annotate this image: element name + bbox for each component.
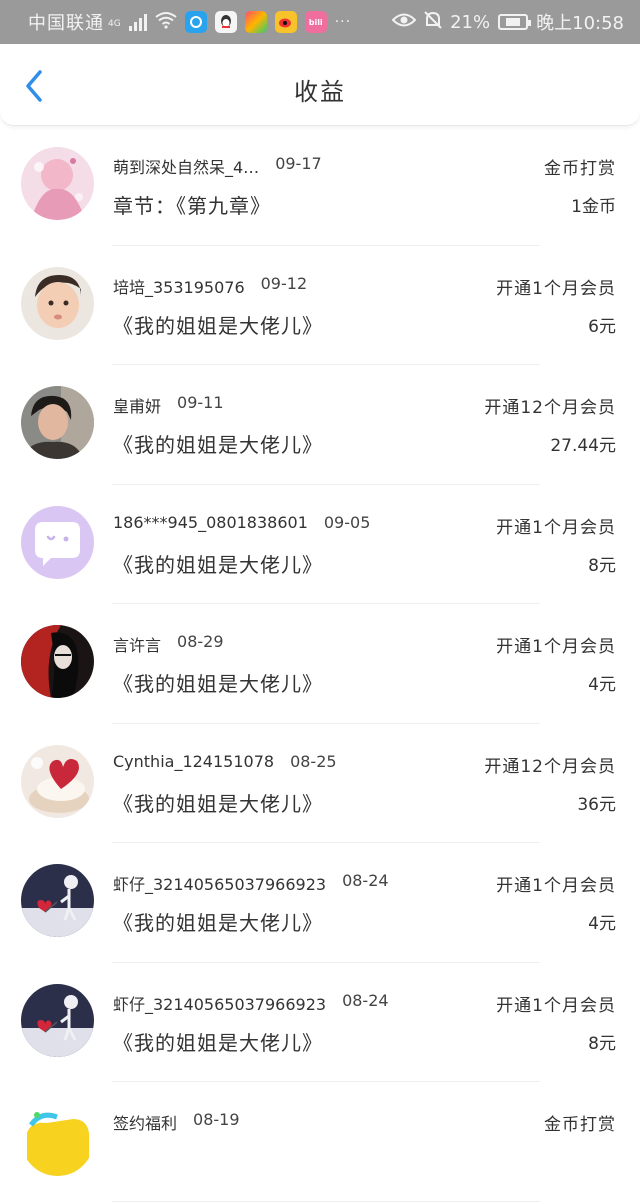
user-name: 签约福利 xyxy=(113,1114,178,1133)
user-name: 萌到深处自然呆_4… xyxy=(113,158,260,177)
user-info: 186***945_0801838601 09-05 xyxy=(113,513,370,532)
avatar xyxy=(21,625,94,698)
avatar xyxy=(21,744,94,818)
user-info: 签约福利 08-19 xyxy=(113,1110,240,1134)
carrier-label: 中国联通 xyxy=(28,13,104,34)
date: 09-05 xyxy=(323,512,371,532)
date: 09-17 xyxy=(275,154,322,173)
qq-browser-app-icon xyxy=(184,11,207,33)
user-info: 培培_353195076 09-12 xyxy=(113,274,307,298)
qq-app-icon xyxy=(214,11,237,33)
book-title: 《我的姐姐是大佬儿》 xyxy=(113,313,323,338)
avatar xyxy=(21,386,94,459)
earnings-row[interactable]: 言许言 08-29 《我的姐姐是大佬儿》 开通1个月会员 4元 xyxy=(0,604,640,724)
earnings-row[interactable]: 皇甫妍 09-11 《我的姐姐是大佬儿》 开通12个月会员 27.44元 xyxy=(0,365,640,485)
earning-type: 开通1个月会员 xyxy=(496,995,616,1016)
earnings-row[interactable]: 萌到深处自然呆_4… 09-17 章节：《第九章》 金币打赏 1金币 xyxy=(0,126,640,246)
book-title: 《我的姐姐是大佬儿》 xyxy=(113,911,323,935)
avatar xyxy=(21,266,94,340)
earning-type: 开通1个月会员 xyxy=(496,517,616,538)
earning-type: 开通1个月会员 xyxy=(496,637,616,657)
book-title: 章节：《第九章》 xyxy=(113,194,271,218)
earnings-row[interactable]: 虾仔_32140565037966923 08-24 《我的姐姐是大佬儿》 开通… xyxy=(0,843,640,963)
earning-amount: 1金币 xyxy=(571,197,616,217)
earning-amount: 4元 xyxy=(588,675,616,695)
bilibili-app-icon: bili xyxy=(304,11,327,33)
clock: 晚上10:58 xyxy=(536,13,624,34)
earning-amount: 8元 xyxy=(588,555,616,576)
earnings-row[interactable]: 签约福利 08-19 金币打赏 xyxy=(0,1082,640,1202)
date: 08-29 xyxy=(177,632,224,651)
earnings-list: 萌到深处自然呆_4… 09-17 章节：《第九章》 金币打赏 1金币 培培_35… xyxy=(0,126,640,1202)
avatar xyxy=(21,1103,94,1176)
user-name: Cynthia_124151078 xyxy=(113,751,275,771)
date: 09-12 xyxy=(260,273,308,293)
book-title: 《我的姐姐是大佬儿》 xyxy=(113,672,323,696)
earning-type: 金币打赏 xyxy=(544,159,616,179)
avatar xyxy=(21,864,94,937)
user-info: 虾仔_32140565037966923 08-24 xyxy=(113,991,389,1015)
earning-type: 开通1个月会员 xyxy=(496,278,616,299)
user-info: 言许言 08-29 xyxy=(113,632,224,656)
book-title: 《我的姐姐是大佬儿》 xyxy=(113,1030,323,1055)
signal-icon xyxy=(128,13,147,31)
earning-amount: 4元 xyxy=(588,914,616,934)
page-title: 收益 xyxy=(294,78,346,106)
mute-bell-icon xyxy=(424,10,442,35)
user-info: 皇甫妍 09-11 xyxy=(113,393,224,417)
book-title: 《我的姐姐是大佬儿》 xyxy=(113,791,323,816)
user-info: 虾仔_32140565037966923 08-24 xyxy=(113,871,389,895)
user-name: 虾仔_32140565037966923 xyxy=(113,875,327,894)
user-info: Cynthia_124151078 08-25 xyxy=(113,752,337,771)
earning-amount: 36元 xyxy=(577,794,616,815)
user-name: 皇甫妍 xyxy=(113,397,162,416)
status-bar: 中国联通 4G bili ··· 21% 晚上10:58 xyxy=(0,0,640,44)
network-type: 4G xyxy=(108,19,121,29)
date: 08-25 xyxy=(290,751,337,771)
eye-icon xyxy=(391,12,417,33)
date: 09-11 xyxy=(177,393,224,412)
earning-amount: 6元 xyxy=(588,316,616,337)
date: 08-19 xyxy=(193,1110,240,1129)
colorful-app-icon xyxy=(244,11,267,33)
more-notifications: ··· xyxy=(334,14,352,30)
earning-amount: 8元 xyxy=(588,1033,616,1054)
earnings-row[interactable]: 虾仔_32140565037966923 08-24 《我的姐姐是大佬儿》 开通… xyxy=(0,963,640,1083)
top-nav-bar: 收益 xyxy=(0,44,640,126)
earnings-row[interactable]: Cynthia_124151078 08-25 《我的姐姐是大佬儿》 开通12个… xyxy=(0,724,640,844)
earning-amount: 27.44元 xyxy=(550,436,616,456)
user-name: 虾仔_32140565037966923 xyxy=(113,994,327,1014)
battery-percent: 21% xyxy=(450,11,491,33)
battery-icon xyxy=(498,14,532,30)
book-title: 《我的姐姐是大佬儿》 xyxy=(113,433,323,457)
user-name: 言许言 xyxy=(113,636,162,655)
earning-type: 开通12个月会员 xyxy=(484,756,616,777)
weibo-app-icon xyxy=(274,11,297,33)
user-name: 186***945_0801838601 xyxy=(113,512,308,532)
earning-type: 开通1个月会员 xyxy=(496,876,616,896)
earning-type: 金币打赏 xyxy=(544,1115,616,1135)
wifi-icon xyxy=(155,11,177,34)
date: 08-24 xyxy=(342,990,389,1010)
default-avatar-icon xyxy=(21,505,94,579)
earnings-row[interactable]: 培培_353195076 09-12 《我的姐姐是大佬儿》 开通1个月会员 6元 xyxy=(0,246,640,366)
earning-type: 开通12个月会员 xyxy=(484,398,616,418)
avatar xyxy=(21,983,94,1057)
earnings-row[interactable]: 186***945_0801838601 09-05 《我的姐姐是大佬儿》 开通… xyxy=(0,485,640,605)
avatar xyxy=(21,147,94,220)
user-info: 萌到深处自然呆_4… 09-17 xyxy=(113,154,322,178)
date: 08-24 xyxy=(342,871,389,890)
user-name: 培培_353195076 xyxy=(113,277,245,297)
book-title: 《我的姐姐是大佬儿》 xyxy=(113,552,323,577)
